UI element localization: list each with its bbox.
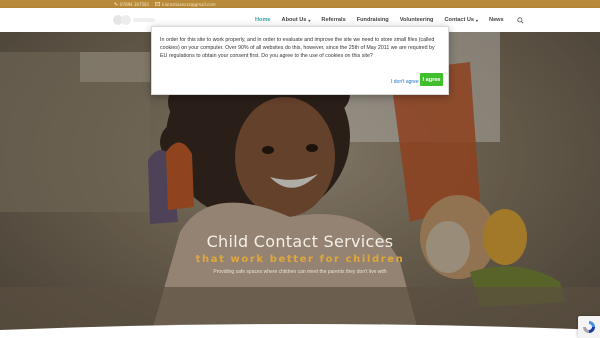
hero-bottom-wave bbox=[0, 324, 600, 338]
phone-number: 07894 307581 bbox=[120, 1, 150, 7]
nav-item-about-us[interactable]: About Us ▾ bbox=[282, 17, 311, 23]
email-contact[interactable]: kiarastiasecxz@gmail.com bbox=[155, 1, 216, 7]
nav-label: About Us bbox=[281, 17, 307, 23]
nav-item-contact-us[interactable]: Contact Us ▾ bbox=[444, 17, 478, 23]
nav-item-fundraising[interactable]: Fundraising bbox=[357, 17, 389, 23]
nav-item-volunteering[interactable]: Volunteering bbox=[400, 17, 434, 23]
chevron-down-icon: ▾ bbox=[476, 17, 479, 23]
nav-label: Home bbox=[255, 17, 271, 23]
contact-info: 07894 307581 kiarastiasecxz@gmail.com bbox=[114, 0, 216, 8]
decline-cookies-link[interactable]: I don't agree bbox=[391, 79, 419, 85]
envelope-icon bbox=[155, 2, 161, 6]
nav-label: News bbox=[489, 17, 504, 23]
cookie-message: In order for this site to work properly,… bbox=[160, 37, 435, 59]
hero-subtitle: that work better for children bbox=[195, 254, 405, 265]
nav-label: Volunteering bbox=[399, 17, 434, 23]
phone-contact[interactable]: 07894 307581 bbox=[114, 2, 149, 7]
phone-icon bbox=[114, 2, 118, 6]
nav-item-referrals[interactable]: Referrals bbox=[321, 17, 345, 23]
recaptcha-badge[interactable] bbox=[578, 316, 600, 338]
nav-item-news[interactable]: News bbox=[489, 17, 504, 23]
top-contact-bar: 07894 307581 kiarastiasecxz@gmail.com bbox=[0, 0, 600, 8]
hero-title: Child Contact Services bbox=[206, 232, 394, 251]
nav-label: Fundraising bbox=[356, 17, 389, 23]
nav-label: Referrals bbox=[321, 17, 346, 23]
accept-cookies-button[interactable]: I agree bbox=[420, 73, 443, 86]
search-icon[interactable] bbox=[516, 16, 524, 24]
nav-label: Contact Us bbox=[444, 17, 475, 23]
recaptcha-icon bbox=[583, 321, 595, 333]
nav-item-home[interactable]: Home bbox=[255, 17, 271, 23]
hero-description: Providing safe spaces where children can… bbox=[213, 269, 387, 275]
cookie-consent-dialog: In order for this site to work properly,… bbox=[151, 26, 449, 95]
email-address: kiarastiasecxz@gmail.com bbox=[162, 1, 216, 7]
chevron-down-icon: ▾ bbox=[308, 17, 311, 23]
